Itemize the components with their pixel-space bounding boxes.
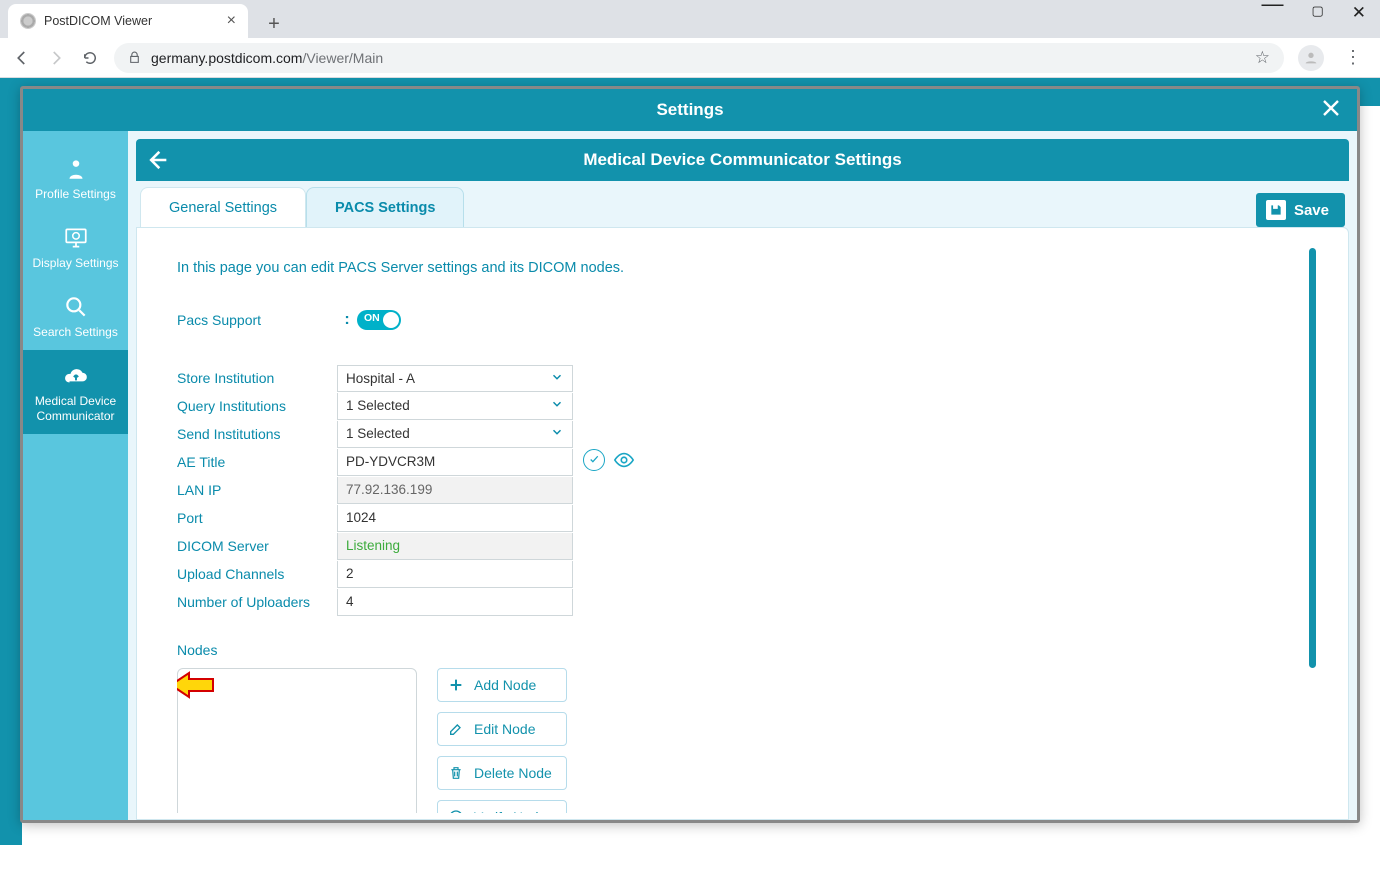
browser-profile-avatar[interactable]: [1298, 45, 1324, 71]
browser-tabbar: PostDICOM Viewer × + — ▢ ✕: [0, 0, 1380, 38]
num-uploaders-input[interactable]: 4: [337, 589, 573, 616]
bookmark-star-icon[interactable]: ☆: [1255, 48, 1270, 68]
lock-icon: [128, 51, 141, 64]
person-icon: [63, 155, 89, 183]
tab-general-settings[interactable]: General Settings: [140, 187, 306, 227]
url-text: germany.postdicom.com/Viewer/Main: [151, 50, 383, 66]
monitor-icon: [63, 224, 89, 252]
tab-title: PostDICOM Viewer: [44, 14, 152, 28]
window-minimize-icon[interactable]: —: [1261, 0, 1283, 19]
send-institutions-label: Send Institutions: [177, 426, 337, 442]
browser-tab[interactable]: PostDICOM Viewer ×: [8, 4, 248, 38]
chevron-down-icon: [550, 425, 564, 442]
magnifier-icon: [63, 293, 89, 321]
settings-modal: Settings Profile Settings: [20, 86, 1360, 823]
lan-ip-field: 77.92.136.199: [337, 477, 573, 504]
settings-left-nav: Profile Settings Display Settings Search…: [23, 131, 128, 820]
upload-channels-label: Upload Channels: [177, 566, 337, 582]
nav-profile-settings[interactable]: Profile Settings: [23, 143, 128, 212]
cloud-upload-icon: [63, 362, 89, 390]
save-button[interactable]: Save: [1256, 193, 1345, 227]
toggle-knob: [383, 312, 399, 328]
upload-channels-input[interactable]: 2: [337, 561, 573, 588]
browser-menu-icon[interactable]: ⋮: [1338, 47, 1368, 68]
tab-close-icon[interactable]: ×: [227, 12, 236, 30]
ae-title-label: AE Title: [177, 454, 337, 470]
query-institutions-select[interactable]: 1 Selected: [337, 393, 573, 420]
nav-medical-device-communicator[interactable]: Medical Device Communicator: [23, 350, 128, 434]
new-tab-button[interactable]: +: [260, 10, 288, 38]
window-close-icon[interactable]: ✕: [1352, 3, 1366, 23]
pacs-support-toggle[interactable]: ON: [357, 310, 401, 330]
lan-ip-label: LAN IP: [177, 482, 337, 498]
port-label: Port: [177, 510, 337, 526]
subheader-title: Medical Device Communicator Settings: [178, 150, 1307, 170]
edit-icon: [448, 721, 464, 737]
browser-address-bar: germany.postdicom.com/Viewer/Main ☆ ⋮: [0, 38, 1380, 78]
window-maximize-icon[interactable]: ▢: [1311, 3, 1323, 23]
check-circle-icon: [448, 809, 464, 813]
nav-back-button[interactable]: [12, 48, 32, 68]
settings-subheader: Medical Device Communicator Settings: [136, 139, 1349, 181]
chevron-down-icon: [550, 370, 564, 387]
verify-node-button[interactable]: Verify Node: [437, 800, 567, 813]
modal-header: Settings: [23, 89, 1357, 131]
nodes-label: Nodes: [177, 642, 1304, 658]
nav-search-settings[interactable]: Search Settings: [23, 281, 128, 350]
modal-title: Settings: [656, 100, 723, 120]
settings-content: Medical Device Communicator Settings Gen…: [128, 131, 1357, 820]
pacs-support-label: Pacs Support: [177, 312, 337, 328]
nav-display-settings[interactable]: Display Settings: [23, 212, 128, 281]
check-circle-icon[interactable]: [583, 449, 605, 471]
plus-icon: [448, 677, 464, 693]
panel-scrollbar[interactable]: [1309, 248, 1316, 668]
pacs-settings-panel: In this page you can edit PACS Server se…: [136, 227, 1349, 820]
delete-node-button[interactable]: Delete Node: [437, 756, 567, 790]
subheader-back-button[interactable]: [136, 146, 178, 174]
send-institutions-select[interactable]: 1 Selected: [337, 421, 573, 448]
save-icon: [1266, 200, 1286, 220]
store-institution-label: Store Institution: [177, 370, 337, 386]
dicom-server-status: Listening: [337, 533, 573, 560]
nav-reload-button[interactable]: [80, 48, 100, 68]
add-node-button[interactable]: Add Node: [437, 668, 567, 702]
panel-intro-text: In this page you can edit PACS Server se…: [177, 260, 1304, 276]
tab-pacs-settings[interactable]: PACS Settings: [306, 187, 464, 227]
url-box[interactable]: germany.postdicom.com/Viewer/Main ☆: [114, 43, 1284, 73]
settings-tabs: General Settings PACS Settings: [140, 187, 464, 227]
dicom-server-label: DICOM Server: [177, 538, 337, 554]
tab-favicon: [20, 13, 36, 29]
eye-icon[interactable]: [613, 449, 635, 476]
num-uploaders-label: Number of Uploaders: [177, 594, 337, 610]
trash-icon: [448, 765, 464, 781]
port-input[interactable]: 1024: [337, 505, 573, 532]
annotation-arrow-icon: [177, 670, 215, 700]
modal-close-button[interactable]: [1319, 96, 1343, 125]
ae-title-input[interactable]: PD-YDVCR3M: [337, 449, 573, 476]
store-institution-select[interactable]: Hospital - A: [337, 365, 573, 392]
pacs-support-row: Pacs Support : ON: [177, 306, 1304, 334]
chevron-down-icon: [550, 397, 564, 414]
query-institutions-label: Query Institutions: [177, 398, 337, 414]
edit-node-button[interactable]: Edit Node: [437, 712, 567, 746]
nav-forward-button: [46, 48, 66, 68]
